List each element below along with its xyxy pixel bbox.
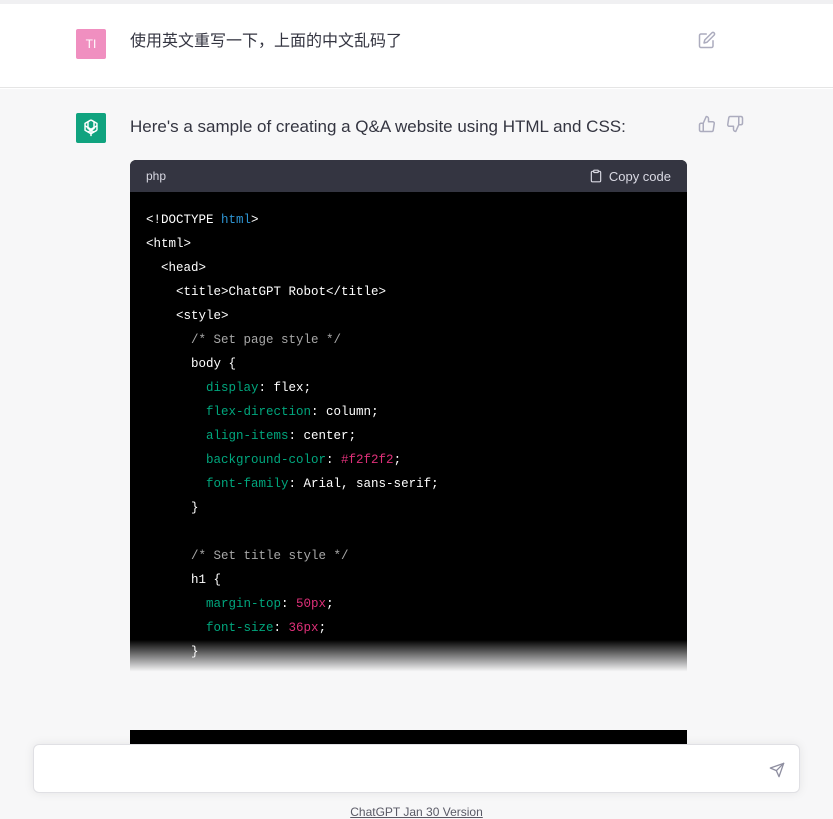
code-line: /* Set title style */ — [146, 544, 671, 568]
clipboard-icon — [590, 169, 602, 183]
code-line: body { — [146, 352, 671, 376]
code-punct: ; — [393, 453, 402, 467]
code-value: 36px — [288, 621, 319, 635]
prompt-input-box[interactable] — [33, 744, 800, 793]
code-line: background-color: #f2f2f2; — [146, 448, 671, 472]
send-icon[interactable] — [769, 762, 785, 778]
code-punct: ; — [431, 477, 439, 491]
code-property: align-items — [146, 429, 289, 443]
code-comment: /* Set page style */ — [146, 333, 342, 347]
code-line: } — [146, 496, 671, 520]
code-punct: ; — [348, 429, 357, 443]
code-text: } — [146, 501, 199, 515]
code-punct: ; — [318, 621, 327, 635]
code-language-label: php — [146, 169, 167, 183]
code-text: <style> — [146, 309, 229, 323]
code-punct: : — [288, 477, 304, 491]
code-line: font-family: Arial, sans-serif; — [146, 472, 671, 496]
code-line: <!DOCTYPE html> — [146, 208, 671, 232]
code-line: <head> — [146, 256, 671, 280]
thumbs-up-icon[interactable] — [698, 115, 716, 133]
code-line: font-size: 36px; — [146, 616, 671, 640]
code-line: /* Set page style */ — [146, 328, 671, 352]
code-line: margin-top: 50px; — [146, 592, 671, 616]
code-value: Arial, sans-serif — [303, 477, 432, 491]
code-line: <style> — [146, 304, 671, 328]
code-text: <title>ChatGPT Robot</title> — [146, 285, 387, 299]
code-property: flex-direction — [146, 405, 312, 419]
code-punct: : — [273, 621, 289, 635]
code-line: <title>ChatGPT Robot</title> — [146, 280, 671, 304]
code-punct: : — [311, 405, 327, 419]
code-text: body { — [146, 357, 237, 371]
code-punct: ; — [326, 597, 334, 611]
code-value: 50px — [296, 597, 327, 611]
copy-code-button[interactable]: Copy code — [589, 169, 671, 184]
code-property: background-color — [146, 453, 327, 467]
code-value: #f2f2f2 — [341, 453, 394, 467]
code-line: h1 { — [146, 568, 671, 592]
code-text: <head> — [146, 261, 207, 275]
code-text: h1 { — [146, 573, 222, 587]
user-message-row: TI 使用英文重写一下，上面的中文乱码了 — [0, 4, 833, 88]
code-punct: : — [258, 381, 274, 395]
code-keyword: html — [221, 213, 252, 227]
user-avatar: TI — [76, 29, 106, 59]
code-punct: : — [281, 597, 297, 611]
code-property: font-family — [146, 477, 289, 491]
code-punct: ; — [303, 381, 312, 395]
code-punct: : — [288, 429, 304, 443]
code-header: php Copy code — [130, 160, 687, 192]
code-punct: : — [326, 453, 342, 467]
code-text: > — [251, 213, 259, 227]
code-comment: /* Set title style */ — [146, 549, 349, 563]
chatgpt-logo-icon — [76, 113, 106, 143]
copy-code-label: Copy code — [608, 168, 671, 184]
code-line: <html> — [146, 232, 671, 256]
code-text: <!DOCTYPE — [146, 213, 222, 227]
code-line: flex-direction: column; — [146, 400, 671, 424]
edit-icon[interactable] — [698, 31, 716, 49]
code-text: <html> — [146, 237, 192, 251]
code-property: margin-top — [146, 597, 282, 611]
code-value: center — [303, 429, 349, 443]
bottom-fade — [0, 640, 833, 730]
code-line: align-items: center; — [146, 424, 671, 448]
code-value: column — [326, 405, 372, 419]
code-property: font-size — [146, 621, 274, 635]
user-message-text: 使用英文重写一下，上面的中文乱码了 — [130, 31, 403, 50]
code-line: display: flex; — [146, 376, 671, 400]
assistant-message-text: Here's a sample of creating a Q&A websit… — [130, 117, 626, 136]
code-value: flex — [273, 381, 304, 395]
version-link[interactable]: ChatGPT Jan 30 Version — [0, 805, 833, 819]
thumbs-down-icon[interactable] — [726, 115, 744, 133]
code-punct: ; — [371, 405, 379, 419]
code-property: display — [146, 381, 259, 395]
